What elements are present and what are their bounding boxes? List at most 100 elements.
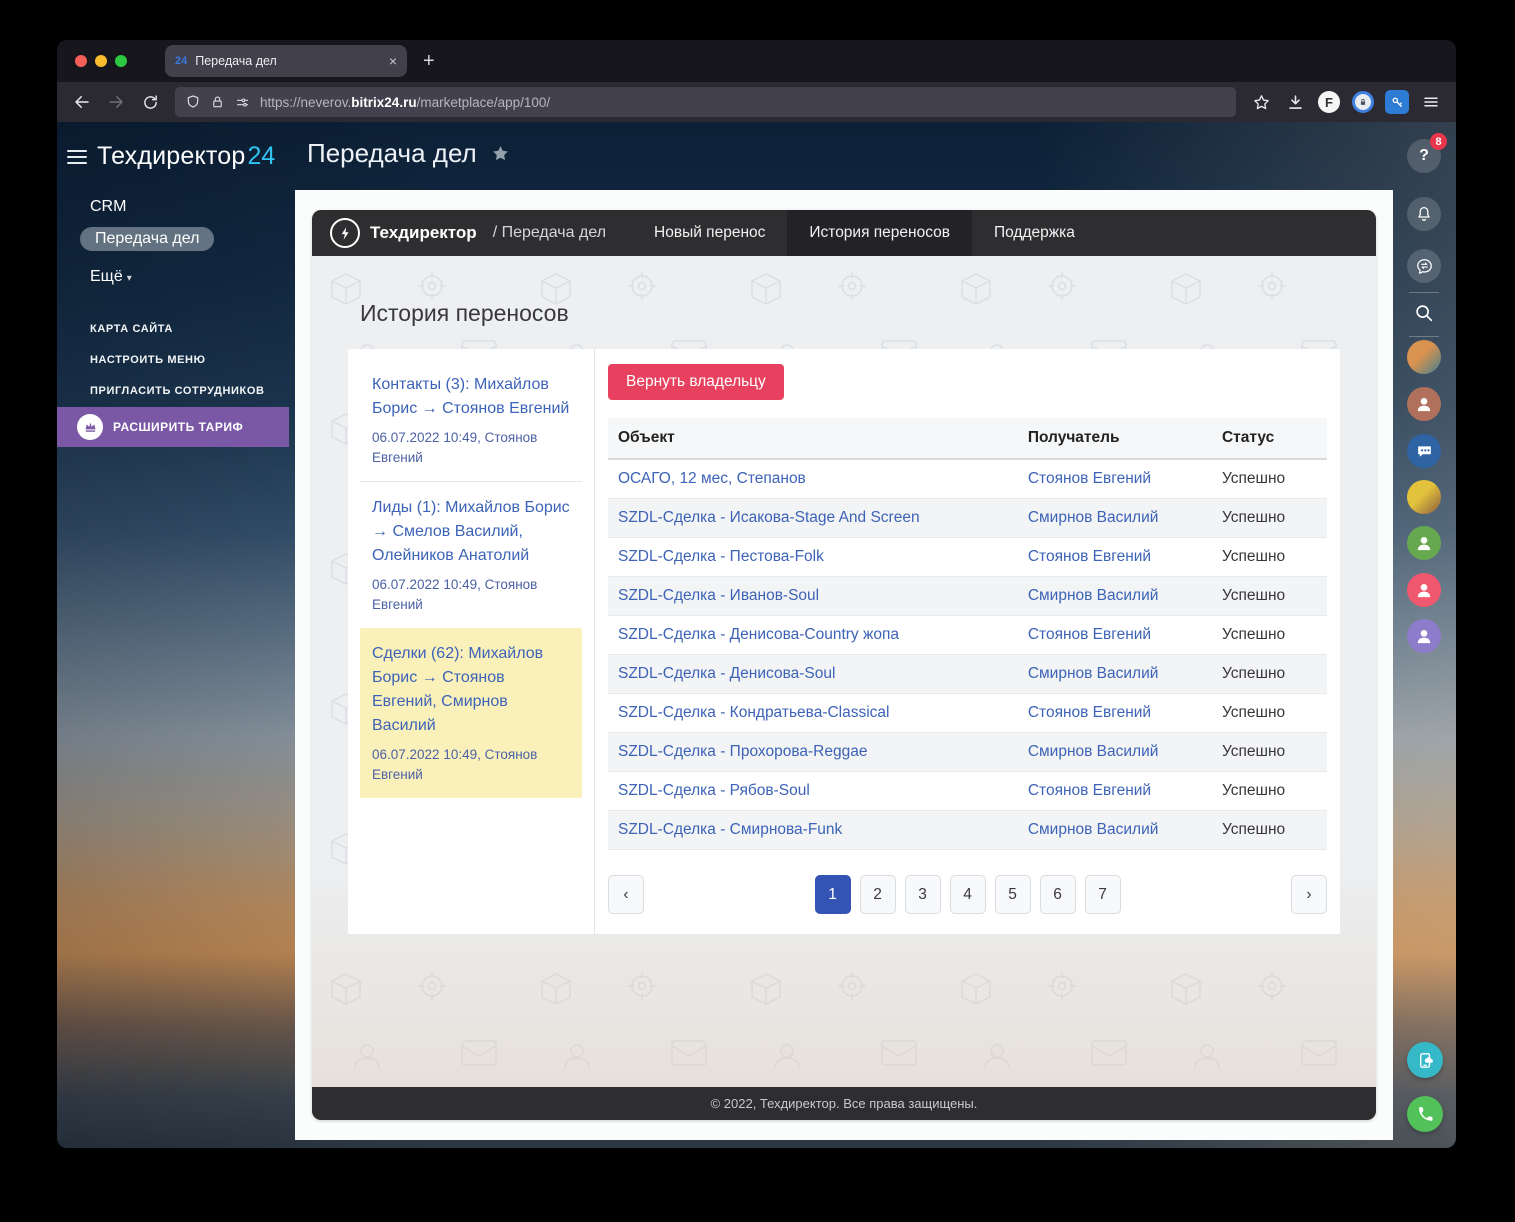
- back-button[interactable]: [67, 88, 97, 116]
- voice-call-button[interactable]: [1407, 1096, 1443, 1132]
- object-link[interactable]: SZDL-Сделка - Пестова-Folk: [618, 548, 824, 565]
- tab-title: Передача дел: [195, 54, 277, 68]
- sidebar-link-sitemap[interactable]: КАРТА САЙТА: [90, 323, 173, 335]
- object-link[interactable]: SZDL-Сделка - Рябов-Soul: [618, 782, 810, 799]
- messenger-button[interactable]: [1407, 249, 1441, 283]
- sidebar-hamburger-icon[interactable]: [67, 149, 87, 164]
- pagination-page-button[interactable]: 2: [859, 875, 896, 914]
- object-link[interactable]: SZDL-Сделка - Иванов-Soul: [618, 587, 819, 604]
- zoom-window-button[interactable]: [115, 55, 127, 67]
- navbar-item[interactable]: Поддержка: [972, 210, 1097, 256]
- transfer-list-item[interactable]: Лиды (1): Михайлов Борис → Смелов Васили…: [360, 481, 582, 628]
- recipient-link[interactable]: Стоянов Евгений: [1028, 782, 1151, 799]
- recipient-link[interactable]: Смирнов Василий: [1028, 665, 1159, 682]
- new-tab-button[interactable]: +: [423, 50, 435, 73]
- key-extension-icon[interactable]: [1382, 88, 1412, 116]
- app-frame: Техдиректор / Передача дел Новый перенос…: [312, 210, 1376, 1120]
- object-link[interactable]: SZDL-Сделка - Денисова-Country жопа: [618, 626, 899, 643]
- user-avatar[interactable]: [1407, 340, 1441, 374]
- object-link[interactable]: SZDL-Сделка - Смирнова-Funk: [618, 821, 842, 838]
- chat-sync-icon: [1416, 258, 1432, 274]
- recipient-link[interactable]: Стоянов Евгений: [1028, 548, 1151, 565]
- return-to-owner-button[interactable]: Вернуть владельцу: [608, 364, 784, 400]
- pagination-prev-button[interactable]: ‹: [608, 875, 644, 914]
- object-cell: SZDL-Сделка - Денисова-Soul: [608, 654, 1018, 694]
- object-link[interactable]: ОСАГО, 12 мес, Степанов: [618, 470, 806, 487]
- menu-hamburger-icon[interactable]: [1416, 88, 1446, 116]
- transfer-link[interactable]: Контакты (3): Михайлов Борис → Стоянов Е…: [372, 373, 570, 421]
- object-link[interactable]: SZDL-Сделка - Исакова-Stage And Screen: [618, 509, 920, 526]
- user-avatar[interactable]: [1407, 573, 1441, 607]
- table-row: SZDL-Сделка - Прохорова-Reggae Смирнов Ва…: [608, 732, 1327, 772]
- transfer-link[interactable]: Лиды (1): Михайлов Борис → Смелов Васили…: [372, 496, 570, 568]
- object-link[interactable]: SZDL-Сделка - Денисова-Soul: [618, 665, 835, 682]
- tab-close-icon[interactable]: ×: [389, 53, 397, 69]
- help-button[interactable]: ? 8: [1407, 133, 1447, 173]
- rail-divider: [1409, 336, 1439, 337]
- object-cell: SZDL-Сделка - Кондратьева-Classical: [608, 693, 1018, 733]
- browser-tab[interactable]: 24 Передача дел ×: [165, 45, 407, 77]
- browser-toolbar: https://neverov.bitrix24.ru/marketplace/…: [57, 82, 1456, 122]
- sidebar-item-more[interactable]: Ещё ▾: [90, 268, 132, 286]
- recipient-link[interactable]: Стоянов Евгений: [1028, 704, 1151, 721]
- recipient-link[interactable]: Стоянов Евгений: [1028, 626, 1151, 643]
- user-avatar[interactable]: [1407, 619, 1441, 653]
- object-link[interactable]: SZDL-Сделка - Прохорова-Reggae: [618, 743, 867, 760]
- bitrix24-page: Техдиректор24 CRM Передача дел Ещё ▾ КАРТ…: [57, 122, 1456, 1148]
- password-manager-extension-icon[interactable]: [1348, 88, 1378, 116]
- portal-logo: Техдиректор24: [67, 142, 275, 171]
- pagination-page-button[interactable]: 1: [814, 875, 851, 914]
- upgrade-plan-button[interactable]: РАСШИРИТЬ ТАРИФ: [57, 407, 289, 447]
- reload-button[interactable]: [135, 88, 165, 116]
- group-chat-avatar[interactable]: [1407, 434, 1441, 468]
- sidebar-item-crm[interactable]: CRM: [90, 198, 126, 216]
- sidebar-item-transfer[interactable]: Передача дел: [80, 227, 215, 251]
- object-link[interactable]: SZDL-Сделка - Кондратьева-Classical: [618, 704, 890, 721]
- lightning-icon: [330, 218, 360, 248]
- bookmark-star-icon[interactable]: [1246, 88, 1276, 116]
- pagination-page-button[interactable]: 5: [994, 875, 1031, 914]
- transfer-link[interactable]: Сделки (62): Михайлов Борис → Стоянов Ев…: [372, 642, 570, 738]
- minimize-window-button[interactable]: [95, 55, 107, 67]
- url-bar[interactable]: https://neverov.bitrix24.ru/marketplace/…: [175, 87, 1236, 117]
- transfer-details: Вернуть владельцу Объект Получатель Статус…: [595, 349, 1340, 934]
- pagination-page-button[interactable]: 6: [1039, 875, 1076, 914]
- page-title: Передача дел: [307, 138, 477, 168]
- table-row: SZDL-Сделка - Кондратьева-Classical Стоян…: [608, 693, 1327, 733]
- recipient-link[interactable]: Стоянов Евгений: [1028, 470, 1151, 487]
- sidebar-link-configure-menu[interactable]: НАСТРОИТЬ МЕНЮ: [90, 354, 206, 366]
- pagination-page-button[interactable]: 4: [949, 875, 986, 914]
- search-button[interactable]: [1407, 296, 1441, 330]
- navbar-item[interactable]: Новый перенос: [632, 210, 787, 256]
- transfer-list: Контакты (3): Михайлов Борис → Стоянов Е…: [348, 349, 595, 934]
- pagination-next-button[interactable]: ›: [1291, 875, 1327, 914]
- traffic-lights: [75, 55, 127, 67]
- transfer-table: Объект Получатель Статус ОСАГО, 12 мес, Ст…: [608, 418, 1327, 850]
- recipient-link[interactable]: Смирнов Василий: [1028, 587, 1159, 604]
- close-window-button[interactable]: [75, 55, 87, 67]
- favorite-star-icon[interactable]: [490, 143, 511, 164]
- recipient-link[interactable]: Смирнов Василий: [1028, 509, 1159, 526]
- recipient-link[interactable]: Смирнов Василий: [1028, 821, 1159, 838]
- object-cell: SZDL-Сделка - Смирнова-Funk: [608, 810, 1018, 850]
- downloads-icon[interactable]: [1280, 88, 1310, 116]
- forward-button[interactable]: [101, 88, 131, 116]
- user-avatar[interactable]: [1407, 480, 1441, 514]
- navbar-item[interactable]: История переносов: [787, 210, 973, 256]
- notifications-bell-button[interactable]: [1407, 197, 1441, 231]
- transfer-list-item[interactable]: Сделки (62): Михайлов Борис → Стоянов Ев…: [360, 628, 582, 799]
- column-header: Статус: [1211, 418, 1327, 460]
- f-extension-icon[interactable]: F: [1314, 88, 1344, 116]
- recipient-link[interactable]: Смирнов Василий: [1028, 743, 1159, 760]
- mobile-app-button[interactable]: [1407, 1042, 1443, 1078]
- sidebar-link-invite-employees[interactable]: ПРИГЛАСИТЬ СОТРУДНИКОВ: [90, 385, 265, 397]
- app-brand: Техдиректор / Передача дел: [312, 218, 626, 248]
- pagination-page-button[interactable]: 3: [904, 875, 941, 914]
- pagination-page-button[interactable]: 7: [1084, 875, 1121, 914]
- recipient-cell: Смирнов Василий: [1017, 576, 1212, 616]
- status-cell: Успешно: [1211, 459, 1327, 499]
- user-avatar[interactable]: [1407, 526, 1441, 560]
- user-avatar[interactable]: [1407, 387, 1441, 421]
- recipient-cell: Смирнов Василий: [1017, 654, 1212, 694]
- transfer-list-item[interactable]: Контакты (3): Михайлов Борис → Стоянов Е…: [360, 373, 582, 481]
